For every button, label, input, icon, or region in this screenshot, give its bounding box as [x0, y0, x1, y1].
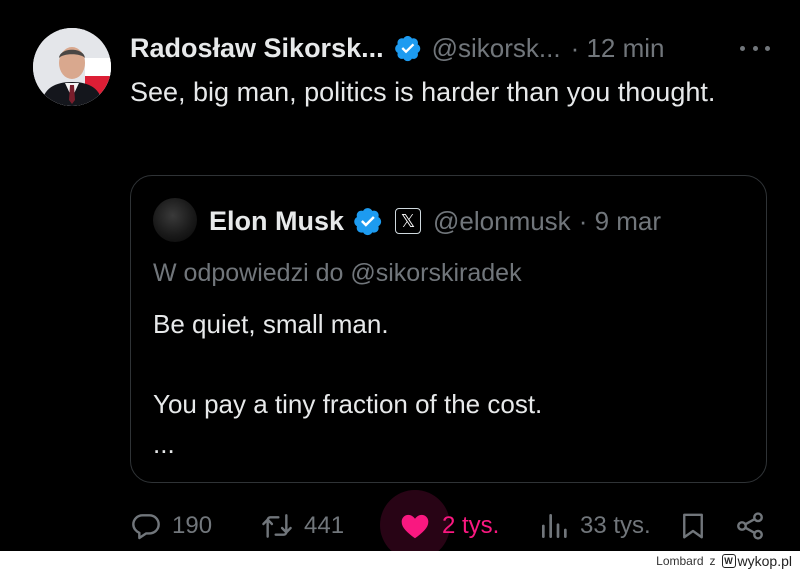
x-affiliation-icon: 𝕏	[395, 208, 422, 234]
quoted-tweet-time[interactable]: · 9 mar	[579, 206, 661, 237]
author-name[interactable]: Radosław Sikorsk...	[130, 33, 384, 64]
quoted-author-name[interactable]: Elon Musk	[209, 206, 344, 237]
heart-icon	[401, 514, 429, 539]
wykop-site-name: wykop.pl	[737, 553, 792, 569]
tweet-header: Radosław Sikorsk... @sikorsk... · 12 min	[130, 30, 770, 66]
action-bar: 190 441 2 tys. 33 tys.	[130, 490, 770, 560]
views-count: 33 tys.	[580, 512, 651, 539]
repost-icon	[262, 514, 292, 538]
author-avatar[interactable]	[33, 28, 111, 106]
repost-button[interactable]: 441	[260, 508, 344, 544]
watermark-user: Lombard	[656, 554, 704, 568]
bookmark-button[interactable]	[678, 508, 708, 544]
tweet-card: Radosław Sikorsk... @sikorsk... · 12 min…	[0, 0, 800, 560]
watermark: Lombard z W wykop.pl	[656, 551, 792, 571]
quoted-author-avatar[interactable]	[153, 198, 197, 242]
more-dots-icon[interactable]	[740, 36, 770, 60]
quoted-tweet[interactable]: Elon Musk 𝕏 @elonmusk · 9 mar W odpowied…	[130, 175, 767, 483]
share-icon	[737, 512, 763, 540]
like-button[interactable]: 2 tys.	[398, 508, 499, 544]
reply-button[interactable]: 190	[130, 508, 212, 544]
quoted-tweet-text: Be quiet, small man. You pay a tiny frac…	[153, 309, 543, 459]
watermark-bar: Lombard z W wykop.pl	[0, 551, 800, 571]
verified-badge-icon	[394, 36, 420, 62]
reply-count: 190	[172, 512, 213, 539]
author-photo	[33, 28, 111, 106]
verified-badge-icon	[354, 208, 382, 236]
repost-count: 441	[304, 512, 345, 539]
views-bar-chart-icon	[542, 514, 567, 538]
wykop-logo-icon: W	[721, 554, 736, 568]
bookmark-icon	[683, 513, 703, 539]
reply-icon	[132, 514, 160, 540]
like-count: 2 tys.	[442, 512, 500, 539]
tweet-text: See, big man, politics is harder than yo…	[130, 77, 716, 107]
tweet-time[interactable]: · 12 min	[571, 33, 665, 64]
share-button[interactable]	[734, 508, 766, 544]
quoted-author-handle[interactable]: @elonmusk	[433, 206, 571, 237]
reply-context: W odpowiedzi do @sikorskiradek	[153, 259, 522, 287]
views-button[interactable]: 33 tys.	[538, 508, 651, 544]
author-handle[interactable]: @sikorsk...	[432, 33, 561, 64]
wykop-logo[interactable]: W wykop.pl	[721, 553, 792, 569]
watermark-separator: z	[709, 554, 716, 568]
quoted-tweet-header: Elon Musk 𝕏 @elonmusk · 9 mar	[209, 204, 661, 238]
